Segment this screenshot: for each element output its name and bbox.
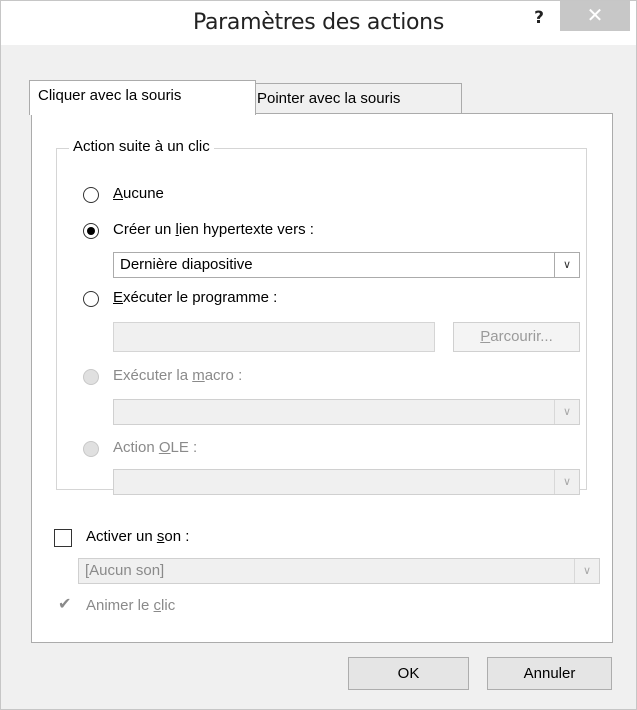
program-radio[interactable]: [83, 291, 99, 307]
title-bar: Paramètres des actions ? ✕: [1, 1, 636, 45]
macro-select[interactable]: ∨: [113, 399, 580, 425]
action-settings-dialog: Paramètres des actions ? ✕ Cliquer avec …: [0, 0, 637, 710]
chevron-down-icon[interactable]: ∨: [574, 559, 599, 583]
browse-button[interactable]: Parcourir...: [453, 322, 580, 352]
ok-button[interactable]: OK: [348, 657, 469, 690]
close-button[interactable]: ✕: [560, 1, 630, 31]
none-label: Aucune: [113, 185, 164, 202]
macro-label: Exécuter la macro :: [113, 367, 243, 384]
none-radio[interactable]: [83, 187, 99, 203]
program-label: Exécuter le programme :: [113, 289, 278, 306]
chevron-down-icon[interactable]: ∨: [554, 253, 579, 277]
group-legend: Action suite à un clic: [69, 138, 214, 155]
animate-checkbox[interactable]: ✔: [58, 596, 76, 614]
tab-hover-mouse[interactable]: Pointer avec la souris: [248, 83, 462, 114]
macro-radio[interactable]: [83, 369, 99, 385]
sound-value: [Aucun son]: [85, 562, 165, 579]
sound-checkbox[interactable]: [54, 529, 72, 547]
cancel-button[interactable]: Annuler: [487, 657, 612, 690]
tab-panel-click: Action suite à un clic Aucune Créer un l…: [31, 113, 613, 643]
ole-label: Action OLE :: [113, 439, 198, 456]
tab-click-mouse[interactable]: Cliquer avec la souris: [29, 80, 256, 115]
action-on-click-group: Action suite à un clic Aucune Créer un l…: [56, 138, 587, 495]
sound-select[interactable]: [Aucun son] ∨: [78, 558, 600, 584]
hyperlink-target-select[interactable]: Dernière diapositive ∨: [113, 252, 580, 278]
hyperlink-radio[interactable]: [83, 223, 99, 239]
hyperlink-label: Créer un lien hypertexte vers :: [113, 221, 314, 238]
checkmark-icon: ✔: [58, 596, 72, 613]
animate-label: Animer le clic: [86, 597, 176, 614]
chevron-down-icon[interactable]: ∨: [554, 470, 579, 494]
help-button[interactable]: ?: [524, 8, 554, 32]
ole-radio[interactable]: [83, 441, 99, 457]
chevron-down-icon[interactable]: ∨: [554, 400, 579, 424]
ole-select[interactable]: ∨: [113, 469, 580, 495]
program-path-input[interactable]: [113, 322, 435, 352]
sound-label: Activer un son :: [86, 528, 190, 545]
hyperlink-target-value: Dernière diapositive: [120, 256, 253, 273]
